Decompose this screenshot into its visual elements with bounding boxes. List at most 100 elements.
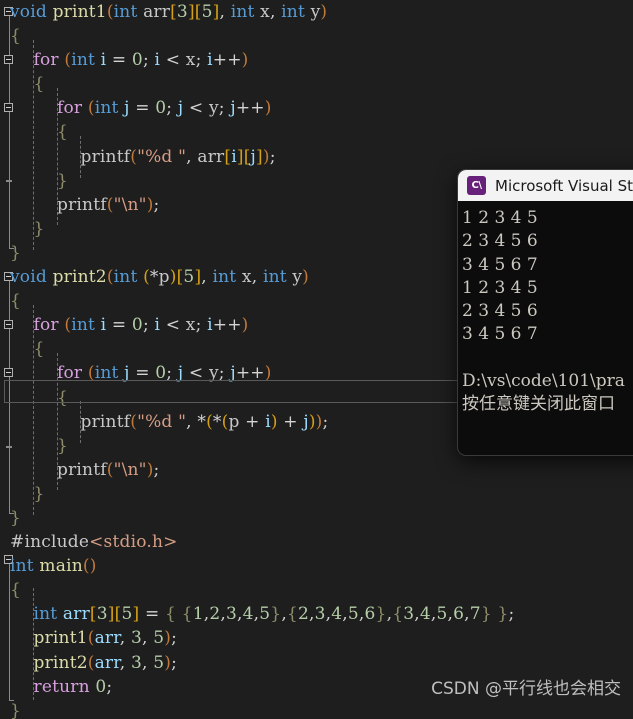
code-token: , <box>186 146 198 167</box>
code-token: 4 <box>242 604 254 625</box>
code-token: "%d " <box>137 146 187 167</box>
code-line[interactable]: for (int i = 0; i < x; i++) <box>0 48 633 72</box>
code-token: print1 <box>33 628 88 649</box>
code-line[interactable]: { <box>0 578 633 602</box>
code-token: } <box>375 604 387 625</box>
code-token: ( <box>106 459 114 480</box>
code-line-text: print1(arr, 3, 5); <box>0 626 177 650</box>
visual-studio-icon: C\ <box>467 176 486 195</box>
code-line[interactable]: } <box>0 699 633 719</box>
code-token: return <box>33 676 96 697</box>
code-token: 3 <box>225 604 237 625</box>
code-token: * <box>149 267 159 288</box>
code-token: int <box>281 2 311 22</box>
code-token: < <box>183 363 209 384</box>
code-token: { <box>33 339 45 360</box>
code-token: printf <box>80 146 131 167</box>
code-token: ( <box>106 267 114 288</box>
code-token: x <box>241 267 252 288</box>
code-token: int <box>10 556 40 577</box>
code-token: ( <box>87 98 95 119</box>
code-token: 5 <box>121 604 133 625</box>
code-token: ( <box>82 556 90 577</box>
code-token: arr <box>94 652 120 673</box>
code-line[interactable]: } <box>0 482 633 506</box>
code-token: y <box>208 363 219 384</box>
code-token: ] <box>107 604 115 625</box>
code-line[interactable]: { <box>0 120 633 144</box>
code-line-text: printf("\n"); <box>0 193 159 217</box>
code-token: int <box>113 2 144 22</box>
code-token: 6 <box>453 604 465 625</box>
code-token: y <box>208 98 219 119</box>
code-token: ; <box>195 315 208 336</box>
code-token: } <box>33 483 45 504</box>
console-titlebar[interactable]: C\ Microsoft Visual Stu <box>458 170 633 201</box>
code-token: void <box>10 267 53 288</box>
code-token: [ <box>89 604 97 625</box>
code-token: "%d " <box>137 411 187 432</box>
code-token: [ <box>194 2 202 22</box>
code-token: + <box>239 411 266 432</box>
code-token: ) <box>264 98 272 119</box>
code-token: { <box>286 604 298 625</box>
code-line[interactable]: printf("%d ", arr[i][j]); <box>0 145 633 169</box>
code-line-text: { <box>0 578 21 602</box>
console-output-line: 1 2 3 4 5 <box>462 277 538 298</box>
code-line[interactable]: #include<stdio.h> <box>0 530 633 554</box>
code-token: void <box>10 2 53 22</box>
code-line[interactable]: printf("\n"); <box>0 458 633 482</box>
code-token: = <box>129 98 156 119</box>
code-line[interactable]: void print1(int arr[3][5], int x, int y) <box>0 0 633 24</box>
code-line[interactable]: } <box>0 506 633 530</box>
code-line-text: { <box>0 24 21 48</box>
code-line-text: printf("\n"); <box>0 458 159 482</box>
code-line-text: #include<stdio.h> <box>0 530 178 554</box>
code-token: 5 <box>183 267 195 288</box>
code-token: 0 <box>95 676 107 697</box>
code-line[interactable]: print1(arr, 3, 5); <box>0 626 633 650</box>
code-line-text: void print1(int arr[3][5], int x, int y) <box>0 0 327 24</box>
code-token: print1 <box>52 2 107 22</box>
code-line-text: } <box>0 482 45 506</box>
code-token: ; <box>153 459 160 480</box>
csdn-watermark: CSDN @平行线也会相交 <box>431 679 621 699</box>
code-token: 2 <box>209 604 221 625</box>
code-token: x <box>260 2 270 22</box>
console-output: 1 2 3 4 52 3 4 5 63 4 5 6 71 2 3 4 52 3 … <box>458 201 633 417</box>
code-token: 4 <box>331 604 343 625</box>
screenshot-root: void print1 ( int arr [3] [5], int x, int y)… <box>0 0 633 719</box>
code-token: printf <box>57 459 107 480</box>
code-token: ; <box>508 604 515 625</box>
code-line-text: printf("%d ", arr[i][j]); <box>0 145 276 169</box>
code-line[interactable]: { <box>0 24 633 48</box>
code-token: { <box>392 604 404 625</box>
code-token: y <box>292 267 303 288</box>
code-line-text: for (int i = 0; i < x; i++) <box>0 48 249 72</box>
code-token: } <box>10 700 22 719</box>
code-token: print2 <box>52 267 107 288</box>
console-output-line: D:\vs\code\101\pra <box>462 371 625 392</box>
code-token: ++ <box>235 363 265 384</box>
code-token: "\n" <box>113 194 147 215</box>
code-token: { <box>10 291 22 312</box>
code-token: ) <box>315 411 323 432</box>
code-token: ] <box>212 2 220 22</box>
code-line[interactable]: int main() <box>0 554 633 578</box>
code-line[interactable]: print2(arr, 3, 5); <box>0 651 633 675</box>
code-line[interactable]: { <box>0 72 633 96</box>
code-line-text: } <box>0 699 21 719</box>
code-token: 3 <box>314 604 326 625</box>
code-token: ) <box>89 556 97 577</box>
code-token: , <box>119 628 131 649</box>
code-token: 0 <box>131 50 143 71</box>
code-line[interactable]: int arr[3][5] = { {1,2,3,4,5},{2,3,4,5,6… <box>0 602 633 626</box>
console-window[interactable]: C\ Microsoft Visual Stu 1 2 3 4 5 2 3 4 5… <box>458 170 633 455</box>
console-window-title: Microsoft Visual Stu <box>495 176 633 195</box>
code-token: for <box>33 315 65 336</box>
code-token: ; <box>106 676 113 697</box>
code-line[interactable]: for (int j = 0; j < y; j++) <box>0 96 633 120</box>
code-line-text: void print2(int (*p)[5], int x, int y) <box>0 265 309 289</box>
code-line-text: } <box>0 434 68 458</box>
code-token: main <box>39 556 83 577</box>
